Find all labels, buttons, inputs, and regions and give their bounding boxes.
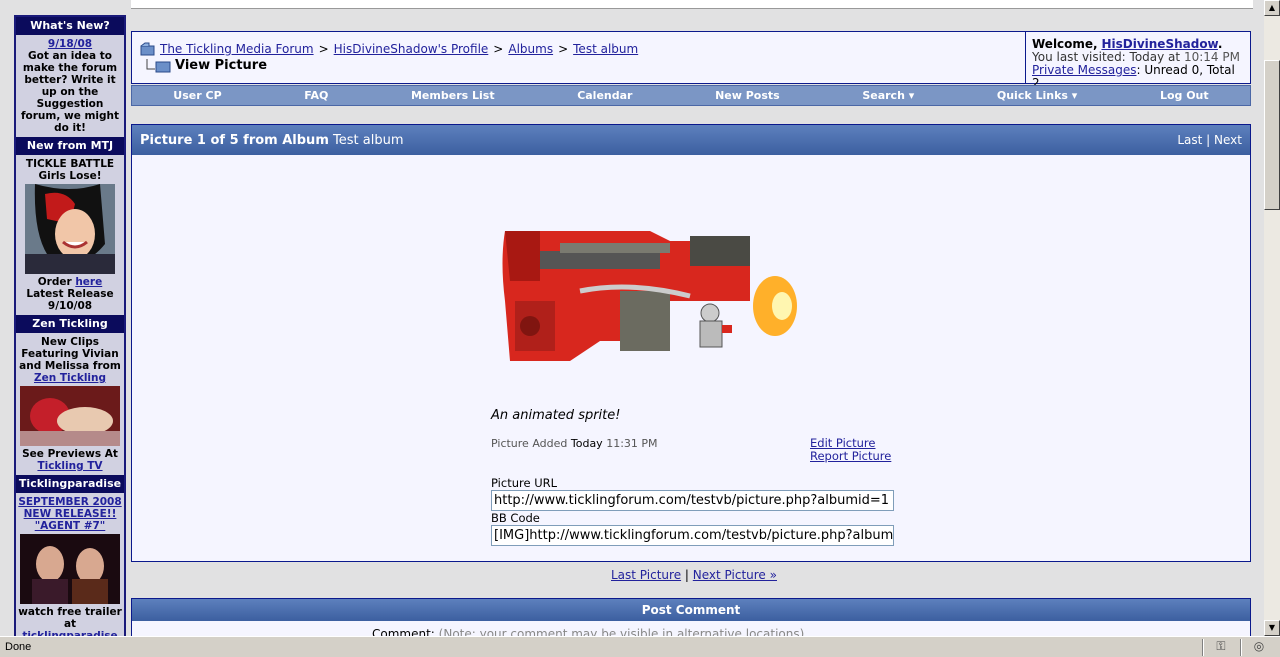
last-visited-time: 10:14 PM	[1183, 50, 1240, 64]
breadcrumb-album[interactable]: Test album	[573, 42, 638, 56]
menu-quick-links[interactable]: Quick Links ▾	[997, 89, 1077, 102]
breadcrumb-profile[interactable]: HisDivineShadow's Profile	[334, 42, 489, 56]
picture-url-label: Picture URL	[491, 476, 558, 490]
mtj-heading: New from MTJ	[16, 137, 124, 155]
menu-faq[interactable]: FAQ	[304, 89, 328, 102]
menu-log-out[interactable]: Log Out	[1160, 89, 1209, 102]
picture-caption: An animated sprite!	[491, 408, 621, 423]
welcome-panel: Welcome, HisDivineShadow. You last visit…	[1025, 32, 1251, 90]
post-comment-heading: Post Comment	[132, 599, 1250, 621]
navbar-box: The Tickling Media Forum > HisDivineShad…	[131, 31, 1251, 90]
status-separator	[1240, 639, 1242, 656]
mtj-order-prefix: Order	[37, 276, 72, 288]
menu-calendar[interactable]: Calendar	[577, 89, 632, 102]
whats-new-text: Got an idea to make the forum better? Wr…	[20, 50, 120, 134]
bb-code-label: BB Code	[491, 511, 540, 525]
mtj-order-link[interactable]: here	[75, 276, 102, 288]
edit-picture-link[interactable]: Edit Picture	[810, 436, 875, 450]
picture-panel: Picture 1 of 5 from Album Test album Las…	[131, 124, 1251, 562]
mtj-date: 9/10/08	[47, 300, 93, 312]
zen-box: New Clips Featuring Vivian and Melissa f…	[16, 333, 124, 475]
picture-url-field[interactable]: http://www.ticklingforum.com/testvb/pict…	[491, 490, 894, 511]
zen-promo-image[interactable]	[20, 386, 120, 446]
status-bar: Done ⚿ ◎	[0, 636, 1280, 657]
picture-counter: Picture 1 of 5 from Album	[140, 132, 329, 148]
vertical-scrollbar[interactable]: ▲ ▼	[1264, 0, 1280, 636]
last-visited-label: You last visited: Today at	[1032, 50, 1181, 64]
pager-divider: |	[684, 568, 689, 582]
breadcrumb-forum[interactable]: The Tickling Media Forum	[160, 42, 314, 56]
added-time: 11:31 PM	[606, 437, 658, 450]
mtj-promo-image[interactable]	[25, 184, 115, 274]
last-picture-link[interactable]: Last Picture	[611, 568, 681, 582]
scroll-up-button[interactable]: ▲	[1264, 0, 1280, 16]
added-label: Picture Added	[491, 437, 568, 450]
picture-pager: Last Picture | Next Picture »	[611, 568, 777, 582]
added-day: Today	[570, 437, 603, 450]
zen-heading: Zen Tickling	[16, 315, 124, 333]
paradise-promo-image[interactable]	[20, 534, 120, 604]
album-picture[interactable]	[500, 221, 800, 371]
next-link[interactable]: Next	[1214, 133, 1242, 147]
menu-new-posts[interactable]: New Posts	[715, 89, 780, 102]
breadcrumb-separator: >	[558, 42, 569, 56]
breadcrumb-separator: >	[493, 42, 504, 56]
whats-new-heading: What's New?	[16, 17, 124, 35]
breadcrumb: The Tickling Media Forum > HisDivineShad…	[140, 42, 638, 56]
browser-viewport: What's New? 9/18/08 Got an idea to make …	[0, 0, 1264, 636]
breadcrumb-albums[interactable]: Albums	[508, 42, 553, 56]
status-text: Done	[5, 641, 32, 653]
last-link[interactable]: Last	[1177, 133, 1202, 147]
bb-code-field[interactable]: [IMG]http://www.ticklingforum.com/testvb…	[491, 525, 894, 546]
paradise-link-3[interactable]: "AGENT #7"	[35, 520, 106, 532]
left-sidebar: What's New? 9/18/08 Got an idea to make …	[14, 15, 126, 636]
report-picture-link[interactable]: Report Picture	[810, 449, 891, 463]
status-separator	[1202, 639, 1204, 656]
breadcrumb-separator: >	[318, 42, 329, 56]
menu-user-cp[interactable]: User CP	[173, 89, 221, 102]
whats-new-box: 9/18/08 Got an idea to make the forum be…	[16, 35, 124, 137]
next-picture-link[interactable]: Next Picture »	[693, 568, 777, 582]
menu-search[interactable]: Search ▾	[862, 89, 914, 102]
picture-added: Picture Added Today 11:31 PM	[491, 437, 658, 450]
zen-previews-link[interactable]: Tickling TV	[37, 460, 102, 472]
mtj-box: TICKLE BATTLE Girls Lose! Order here Lat…	[16, 155, 124, 315]
paradise-box: SEPTEMBER 2008 NEW RELEASE!! "AGENT #7" …	[16, 493, 124, 636]
picture-panel-header: Picture 1 of 5 from Album Test album Las…	[132, 125, 1250, 155]
folder-open-icon	[146, 58, 171, 72]
scroll-thumb[interactable]	[1264, 60, 1280, 210]
welcome-suffix: .	[1217, 37, 1223, 51]
comment-note: (Note: your comment may be visible in al…	[438, 627, 805, 636]
zone-icon[interactable]: ◎	[1250, 639, 1268, 655]
comment-label: Comment:	[372, 627, 435, 636]
mtj-latest: Latest Release	[26, 288, 114, 300]
private-messages-link[interactable]: Private Messages	[1032, 63, 1137, 77]
menu-bar: User CP FAQ Members List Calendar New Po…	[131, 85, 1251, 106]
menu-members-list[interactable]: Members List	[411, 89, 495, 102]
comment-row: Comment: (Note: your comment may be visi…	[372, 627, 804, 636]
whats-new-date-link[interactable]: 9/18/08	[48, 38, 92, 50]
paradise-heading: Ticklingparadise	[16, 475, 124, 493]
page-title: View Picture	[146, 58, 267, 73]
privacy-icon[interactable]: ⚿	[1212, 639, 1230, 655]
paradise-link-1[interactable]: SEPTEMBER 2008	[18, 496, 121, 508]
folder-up-icon[interactable]	[140, 42, 156, 56]
zen-previews-text: See Previews At	[22, 448, 118, 460]
welcome-prefix: Welcome,	[1032, 37, 1098, 51]
zen-link[interactable]: Zen Tickling	[34, 372, 106, 384]
site-banner-strip	[131, 0, 1253, 9]
zen-text: New Clips Featuring Vivian and Melissa f…	[19, 336, 121, 372]
post-comment-box: Post Comment Comment: (Note: your commen…	[131, 598, 1251, 636]
paradise-trailer-text: watch free trailer at	[18, 606, 122, 630]
mtj-title: TICKLE BATTLE Girls Lose!	[25, 158, 115, 182]
welcome-user-link[interactable]: HisDivineShadow	[1101, 37, 1217, 51]
page-title-text: View Picture	[175, 58, 268, 73]
scroll-down-button[interactable]: ▼	[1264, 620, 1280, 636]
paradise-link-2[interactable]: NEW RELEASE!!	[24, 508, 117, 520]
header-divider: |	[1206, 133, 1211, 147]
picture-actions: Edit Picture Report Picture	[810, 437, 891, 463]
album-name: Test album	[333, 132, 404, 148]
